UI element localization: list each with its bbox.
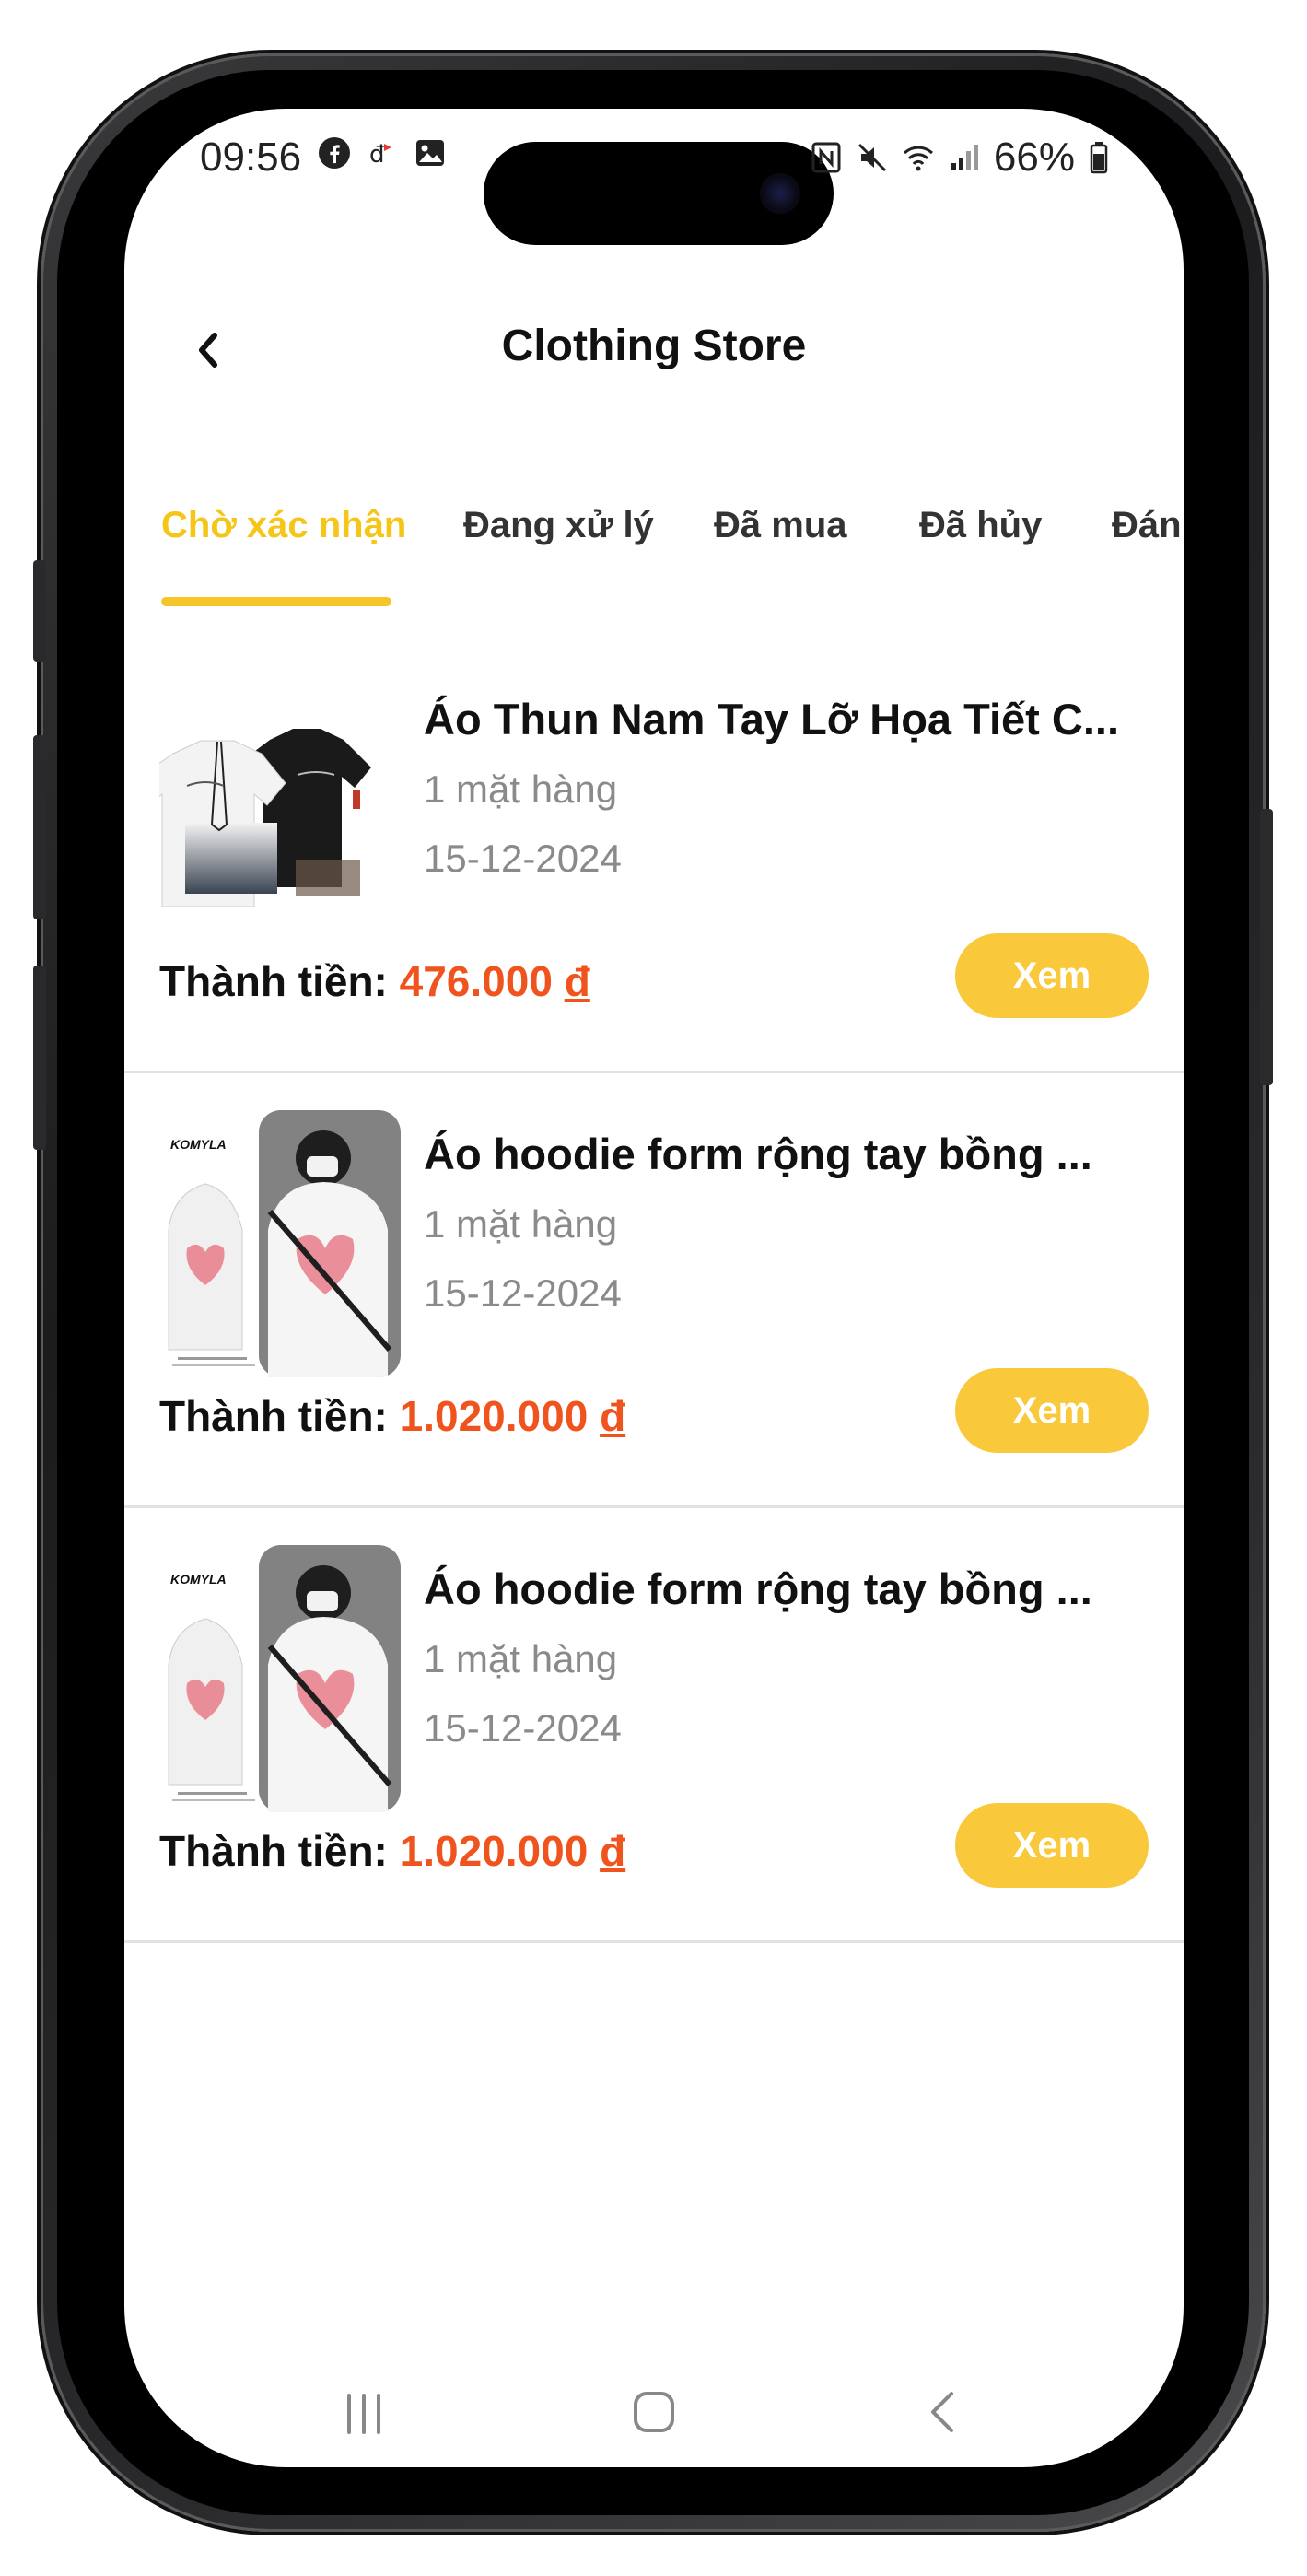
order-date: 15-12-2024 (424, 837, 622, 880)
total-label: Thành tiền: (159, 957, 400, 1005)
system-nav-bar (124, 2357, 1184, 2467)
order-date: 15-12-2024 (424, 1706, 622, 1750)
phone-volume-up-button (33, 735, 46, 919)
order-total: Thành tiền: 1.020.000 đ (159, 1391, 625, 1441)
battery-percentage: 66% (993, 135, 1075, 180)
nfc-icon (811, 142, 841, 173)
wifi-icon (903, 146, 933, 171)
status-bar: 09:56 đ 66% (124, 109, 1184, 245)
brand-label: KOMYLA (170, 1572, 227, 1587)
app-screen: 09:56 đ 66% Clothing Store Chờ xác nhận … (124, 109, 1184, 2467)
hoodie-product-image: KOMYLA (159, 1110, 401, 1377)
order-product-name: Áo hoodie form rộng tay bồng ... (424, 1130, 1092, 1178)
order-item-count: 1 mặt hàng (424, 767, 618, 811)
dynamic-island (484, 142, 834, 245)
mute-icon (858, 143, 886, 172)
tshirt-product-image (159, 675, 401, 943)
view-order-button[interactable]: Xem (955, 1368, 1149, 1453)
currency-symbol: đ (564, 957, 590, 1005)
order-card[interactable]: Áo Thun Nam Tay Lỡ Họa Tiết C... 1 mặt h… (124, 638, 1184, 1073)
phone-volume-down-button (33, 966, 46, 1150)
total-value: 1.020.000 (399, 1392, 589, 1440)
order-product-name: Áo Thun Nam Tay Lỡ Họa Tiết C... (424, 695, 1120, 744)
page-title: Clothing Store (501, 322, 807, 370)
order-total: Thành tiền: 476.000 đ (159, 956, 590, 1006)
currency-symbol: đ (600, 1392, 626, 1440)
status-system-icons: 66% (810, 135, 1110, 181)
signal-icon (951, 145, 978, 170)
total-value: 1.020.000 (399, 1827, 589, 1875)
total-label: Thành tiền: (159, 1392, 400, 1440)
app-notification-icon: đ (369, 141, 391, 169)
status-notification-icons: đ (318, 136, 447, 170)
active-tab-indicator (161, 597, 391, 606)
tab-processing[interactable]: Đang xử lý (463, 505, 654, 546)
order-status-tabs: Chờ xác nhận Đang xử lý Đã mua Đã hủy Đá… (124, 496, 1184, 615)
recent-apps-icon[interactable] (327, 2375, 401, 2449)
order-card[interactable]: KOMYLA Áo hoodie form rộng tay bồng ... … (124, 1508, 1184, 1943)
order-total: Thành tiền: 1.020.000 đ (159, 1826, 625, 1876)
tab-cancelled[interactable]: Đã hủy (919, 505, 1042, 546)
order-item-count: 1 mặt hàng (424, 1202, 618, 1246)
order-product-name: Áo hoodie form rộng tay bồng ... (424, 1564, 1092, 1613)
order-card[interactable]: KOMYLA Áo hoodie form rộng tay bồng ... … (124, 1073, 1184, 1508)
tab-pending-confirmation[interactable]: Chờ xác nhận (161, 505, 406, 546)
svg-text:đ: đ (369, 141, 385, 169)
battery-icon (1090, 142, 1108, 174)
tab-review[interactable]: Đánh (1112, 505, 1184, 546)
home-icon[interactable] (617, 2375, 691, 2449)
order-item-count: 1 mặt hàng (424, 1637, 618, 1680)
phone-power-button (1260, 809, 1273, 1085)
hoodie-product-image: KOMYLA (159, 1545, 401, 1812)
front-camera (760, 173, 800, 214)
total-value: 476.000 (399, 957, 553, 1005)
status-time: 09:56 (200, 135, 302, 180)
order-list: Áo Thun Nam Tay Lỡ Họa Tiết C... 1 mặt h… (124, 638, 1184, 1943)
order-date: 15-12-2024 (424, 1271, 622, 1315)
gallery-icon (416, 140, 444, 166)
tab-purchased[interactable]: Đã mua (714, 505, 847, 546)
view-order-button[interactable]: Xem (955, 1803, 1149, 1888)
phone-action-button (33, 560, 46, 662)
back-icon[interactable] (907, 2375, 981, 2449)
currency-symbol: đ (600, 1827, 626, 1875)
total-label: Thành tiền: (159, 1827, 400, 1875)
app-header: Clothing Store (124, 311, 1184, 394)
brand-label: KOMYLA (170, 1137, 227, 1152)
facebook-icon (319, 137, 350, 169)
view-order-button[interactable]: Xem (955, 933, 1149, 1018)
